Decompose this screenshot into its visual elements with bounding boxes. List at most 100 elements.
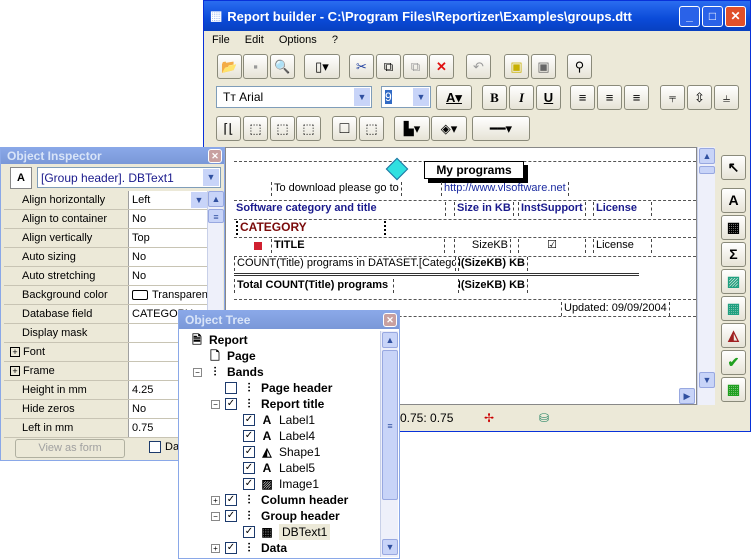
tree-item[interactable]: ✓ A Label4 (243, 428, 315, 444)
chevron-down-icon[interactable]: ▼ (203, 169, 219, 186)
property-value[interactable]: No (129, 210, 209, 228)
align-right-icon[interactable]: ≡ (624, 85, 649, 110)
property-row[interactable]: Auto stretching No (4, 267, 209, 286)
property-row[interactable]: Align to container No (4, 210, 209, 229)
visibility-checkbox[interactable]: ✓ (243, 446, 255, 458)
tree-close-button[interactable]: ✕ (383, 313, 397, 327)
visibility-checkbox[interactable]: ✓ (225, 494, 237, 506)
close-button[interactable]: ✕ (725, 6, 746, 27)
visibility-checkbox[interactable]: ✓ (225, 398, 237, 410)
dbimage-tool-icon[interactable]: ▦ (721, 296, 746, 321)
snap-icon[interactable]: ✢ (484, 407, 494, 429)
image-tool-icon[interactable]: ▨ (721, 269, 746, 294)
scroll-down-button[interactable]: ▼ (699, 372, 715, 388)
database-icon[interactable]: ⛁ (539, 407, 549, 429)
paste-icon[interactable]: ⧉ (403, 54, 428, 79)
valign-middle-icon[interactable]: ⇳ (687, 85, 712, 110)
line-style-icon[interactable]: ━━▾ (472, 116, 530, 141)
collapse-icon[interactable]: − (211, 399, 220, 409)
property-value[interactable]: Transparent (129, 286, 209, 304)
property-value[interactable]: No (129, 248, 209, 266)
visibility-checkbox[interactable]: ✓ (243, 462, 255, 474)
collapse-icon[interactable]: − (193, 367, 202, 377)
visibility-checkbox[interactable]: ✓ (243, 414, 255, 426)
menu-file[interactable]: File (212, 34, 230, 46)
property-row[interactable]: Align vertically Top (4, 229, 209, 248)
tree-item[interactable]: + ✓ ⫶ Column header (211, 492, 348, 508)
chevron-down-icon[interactable]: ▼ (413, 88, 429, 106)
menu-options[interactable]: Options (279, 34, 317, 46)
maximize-button[interactable]: □ (702, 6, 723, 27)
property-value[interactable]: No (129, 267, 209, 285)
scroll-thumb[interactable]: ≡ (208, 209, 224, 223)
bold-icon[interactable]: B (482, 85, 507, 110)
menu-help[interactable]: ? (332, 34, 338, 46)
scroll-down-button[interactable]: ▼ (382, 539, 398, 555)
chevron-down-icon[interactable]: ▼ (191, 192, 207, 208)
frame-right-icon[interactable]: ⬚ (243, 116, 268, 141)
tree-item[interactable]: − ⫶ Bands (193, 364, 264, 380)
property-row[interactable]: Background color Transparent (4, 286, 209, 305)
visibility-checkbox[interactable]: ✓ (243, 478, 255, 490)
property-row[interactable]: Align horizontally Left ▼ (4, 191, 209, 210)
shape-tool-icon[interactable]: ◭ (721, 323, 746, 348)
tree-scrollbar[interactable]: ▲ ≡ ▼ (380, 331, 398, 557)
frame-top-icon[interactable]: ⬚ (270, 116, 295, 141)
undo-icon[interactable]: ↶ (466, 54, 491, 79)
tree-item[interactable]: ✓ A Label5 (243, 460, 315, 476)
align-left-icon[interactable]: ≡ (570, 85, 595, 110)
tree-item[interactable]: ✓ ▨ Image1 (243, 476, 319, 492)
label-tool-icon[interactable]: A (721, 188, 746, 213)
tree-item[interactable]: ✓ A Label1 (243, 412, 315, 428)
find-icon[interactable]: ⚲ (567, 54, 592, 79)
menu-edit[interactable]: Edit (245, 34, 264, 46)
tree-item[interactable]: − ✓ ⫶ Report title (211, 396, 324, 412)
tree-item[interactable]: + ✓ ⫶ Data (211, 540, 287, 556)
copy-icon[interactable]: ⧉ (376, 54, 401, 79)
property-row[interactable]: Auto sizing No (4, 248, 209, 267)
scroll-right-button[interactable]: ▶ (679, 388, 695, 404)
checkbox-tool-icon[interactable]: ✔ (721, 350, 746, 375)
scroll-up-button[interactable]: ▲ (382, 332, 398, 348)
tree-item[interactable]: 🗎 Report (189, 332, 248, 348)
visibility-checkbox[interactable] (225, 382, 237, 394)
minimize-button[interactable]: _ (679, 6, 700, 27)
italic-icon[interactable]: I (509, 85, 534, 110)
category-field[interactable]: CATEGORY (236, 221, 386, 235)
visibility-checkbox[interactable]: ✓ (225, 542, 237, 554)
font-color-icon[interactable]: A▾ (436, 85, 472, 110)
underline-icon[interactable]: U (536, 85, 561, 110)
save-icon[interactable]: ▪ (243, 54, 268, 79)
frame-color-icon[interactable]: ▙▾ (394, 116, 430, 141)
dbtext-tool-icon[interactable]: ▦ (721, 215, 746, 240)
scroll-thumb[interactable]: ≡ (382, 350, 398, 500)
open-icon[interactable]: 📂 (217, 54, 242, 79)
tree-item[interactable]: ✓ ▦ DBText1 (243, 524, 331, 540)
tree-item[interactable]: − ✓ ⫶ Group header (211, 508, 340, 524)
pointer-tool-icon[interactable]: ↖ (721, 155, 746, 180)
sum-tool-icon[interactable]: Σ (721, 242, 746, 267)
new-page-icon[interactable]: ▯▾ (304, 54, 340, 79)
vertical-scrollbar[interactable]: ▲ ▼ (697, 147, 715, 405)
delete-icon[interactable]: ✕ (429, 54, 454, 79)
frame-none-icon[interactable]: ⬚ (359, 116, 384, 141)
collapse-icon[interactable]: − (211, 511, 220, 521)
bring-front-icon[interactable]: ▣ (504, 54, 529, 79)
tree-item[interactable]: ⫶ Page header (225, 380, 332, 396)
scroll-thumb[interactable] (699, 166, 715, 174)
send-back-icon[interactable]: ▣ (531, 54, 556, 79)
visibility-checkbox[interactable]: ✓ (225, 510, 237, 522)
website-link[interactable]: http://www.vlsoftware.net (441, 182, 569, 196)
expand-icon[interactable]: + (10, 366, 20, 376)
valign-top-icon[interactable]: ⫧ (660, 85, 685, 110)
view-as-form-button[interactable]: View as form (15, 439, 125, 458)
frame-all-icon[interactable]: □ (332, 116, 357, 141)
font-name-select[interactable]: Tт Arial ▼ (216, 86, 372, 108)
checkbox-box[interactable] (149, 441, 161, 453)
expand-icon[interactable]: + (211, 543, 220, 553)
tree-item[interactable]: 🗋 Page (207, 348, 256, 364)
font-size-select[interactable]: 9 ▼ (381, 86, 431, 108)
inspector-close-button[interactable]: ✕ (208, 149, 222, 163)
property-value[interactable]: Top (129, 229, 209, 247)
fill-color-icon[interactable]: ◈▾ (431, 116, 467, 141)
